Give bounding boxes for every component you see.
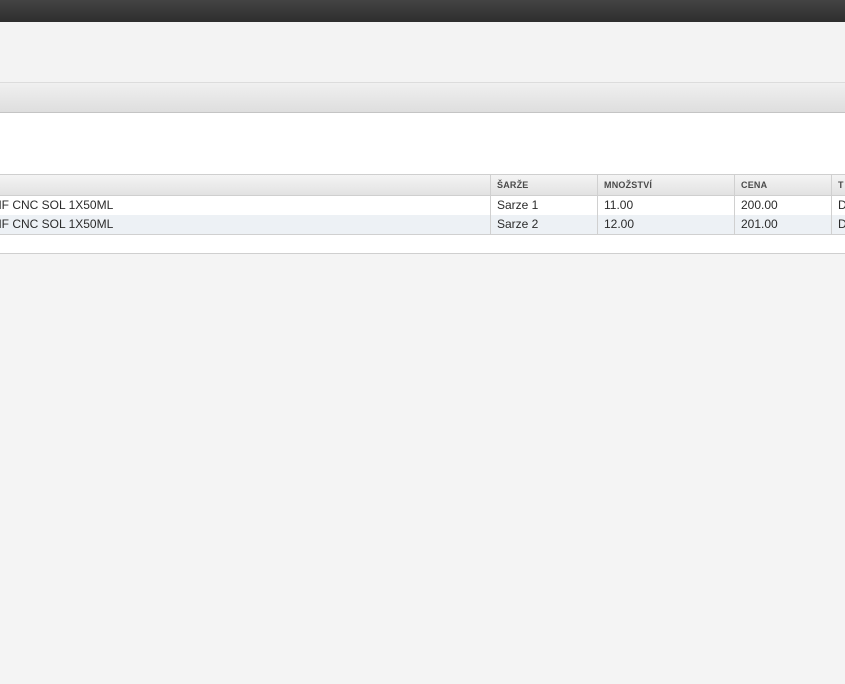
table-row[interactable]: NF CNC SOL 1X50ML Sarze 2 12.00 201.00 D <box>0 215 845 234</box>
cell-quantity: 11.00 <box>597 196 734 215</box>
cell-price: 200.00 <box>734 196 831 215</box>
table-row[interactable]: NF CNC SOL 1X50ML Sarze 1 11.00 200.00 D <box>0 196 845 215</box>
column-header-batch[interactable]: ŠARŽE <box>490 175 597 195</box>
cell-type: D <box>831 215 845 234</box>
grid-header: ŠARŽE MNOŽSTVÍ CENA T <box>0 174 845 196</box>
cell-price: 201.00 <box>734 215 831 234</box>
column-header-name[interactable] <box>0 175 490 195</box>
column-header-price[interactable]: CENA <box>734 175 831 195</box>
cell-name: NF CNC SOL 1X50ML <box>0 217 114 231</box>
items-grid: ŠARŽE MNOŽSTVÍ CENA T NF CNC SOL 1X50ML … <box>0 174 845 235</box>
top-bar <box>0 0 845 22</box>
cell-name: NF CNC SOL 1X50ML <box>0 198 114 212</box>
section-header <box>0 83 845 113</box>
cell-batch: Sarze 2 <box>490 215 597 234</box>
column-header-quantity[interactable]: MNOŽSTVÍ <box>597 175 734 195</box>
column-header-type[interactable]: T <box>831 175 845 195</box>
content-panel: ŠARŽE MNOŽSTVÍ CENA T NF CNC SOL 1X50ML … <box>0 113 845 254</box>
cell-quantity: 12.00 <box>597 215 734 234</box>
toolbar <box>0 22 845 83</box>
cell-batch: Sarze 1 <box>490 196 597 215</box>
cell-type: D <box>831 196 845 215</box>
